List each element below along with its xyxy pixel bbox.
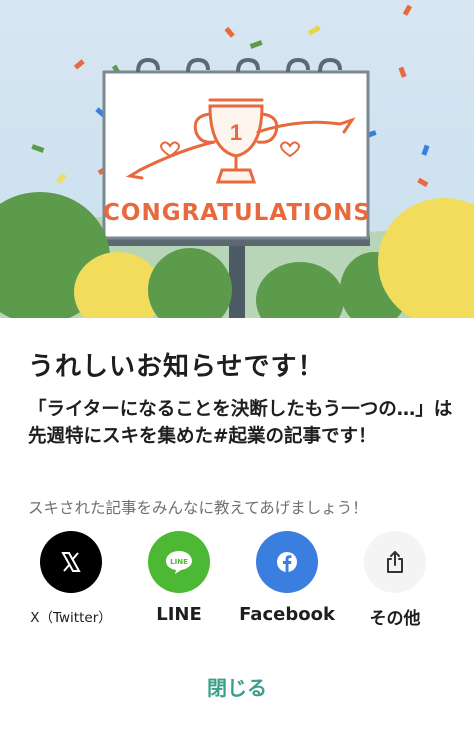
- x-logo-icon: [61, 552, 81, 572]
- billboard-text: CONGRATULATIONS: [103, 200, 371, 226]
- trophy-number: 1: [230, 120, 242, 145]
- svg-text:LINE: LINE: [170, 558, 188, 566]
- share-x-button[interactable]: [40, 531, 102, 593]
- share-facebook-button[interactable]: [256, 531, 318, 593]
- share-line-label: LINE: [156, 604, 202, 625]
- share-other-button[interactable]: [364, 531, 426, 593]
- share-line-button[interactable]: LINE: [148, 531, 210, 593]
- share-x-label: X（Twitter）: [30, 610, 112, 626]
- modal-title: うれしいお知らせです！: [28, 352, 325, 382]
- congratulations-illustration: 1 CONGRATULATIONS: [0, 0, 474, 318]
- close-button[interactable]: 閉じる: [187, 668, 287, 708]
- share-facebook-label: Facebook: [239, 604, 335, 625]
- billboard-post: [229, 242, 245, 318]
- share-prompt: スキされた記事をみんなに教えてあげましょう！: [28, 499, 368, 517]
- line-icon: LINE: [166, 551, 192, 574]
- billboard-illustration: 1 CONGRATULATIONS: [0, 4, 474, 318]
- modal-description: 「ライターになることを決断したもう一つの…」は先週特にスキを集めた#起業の記事で…: [28, 399, 453, 447]
- facebook-icon: [277, 552, 297, 572]
- share-icon: [387, 551, 403, 573]
- billboard-rings: [136, 57, 342, 73]
- share-other-label: その他: [369, 609, 421, 629]
